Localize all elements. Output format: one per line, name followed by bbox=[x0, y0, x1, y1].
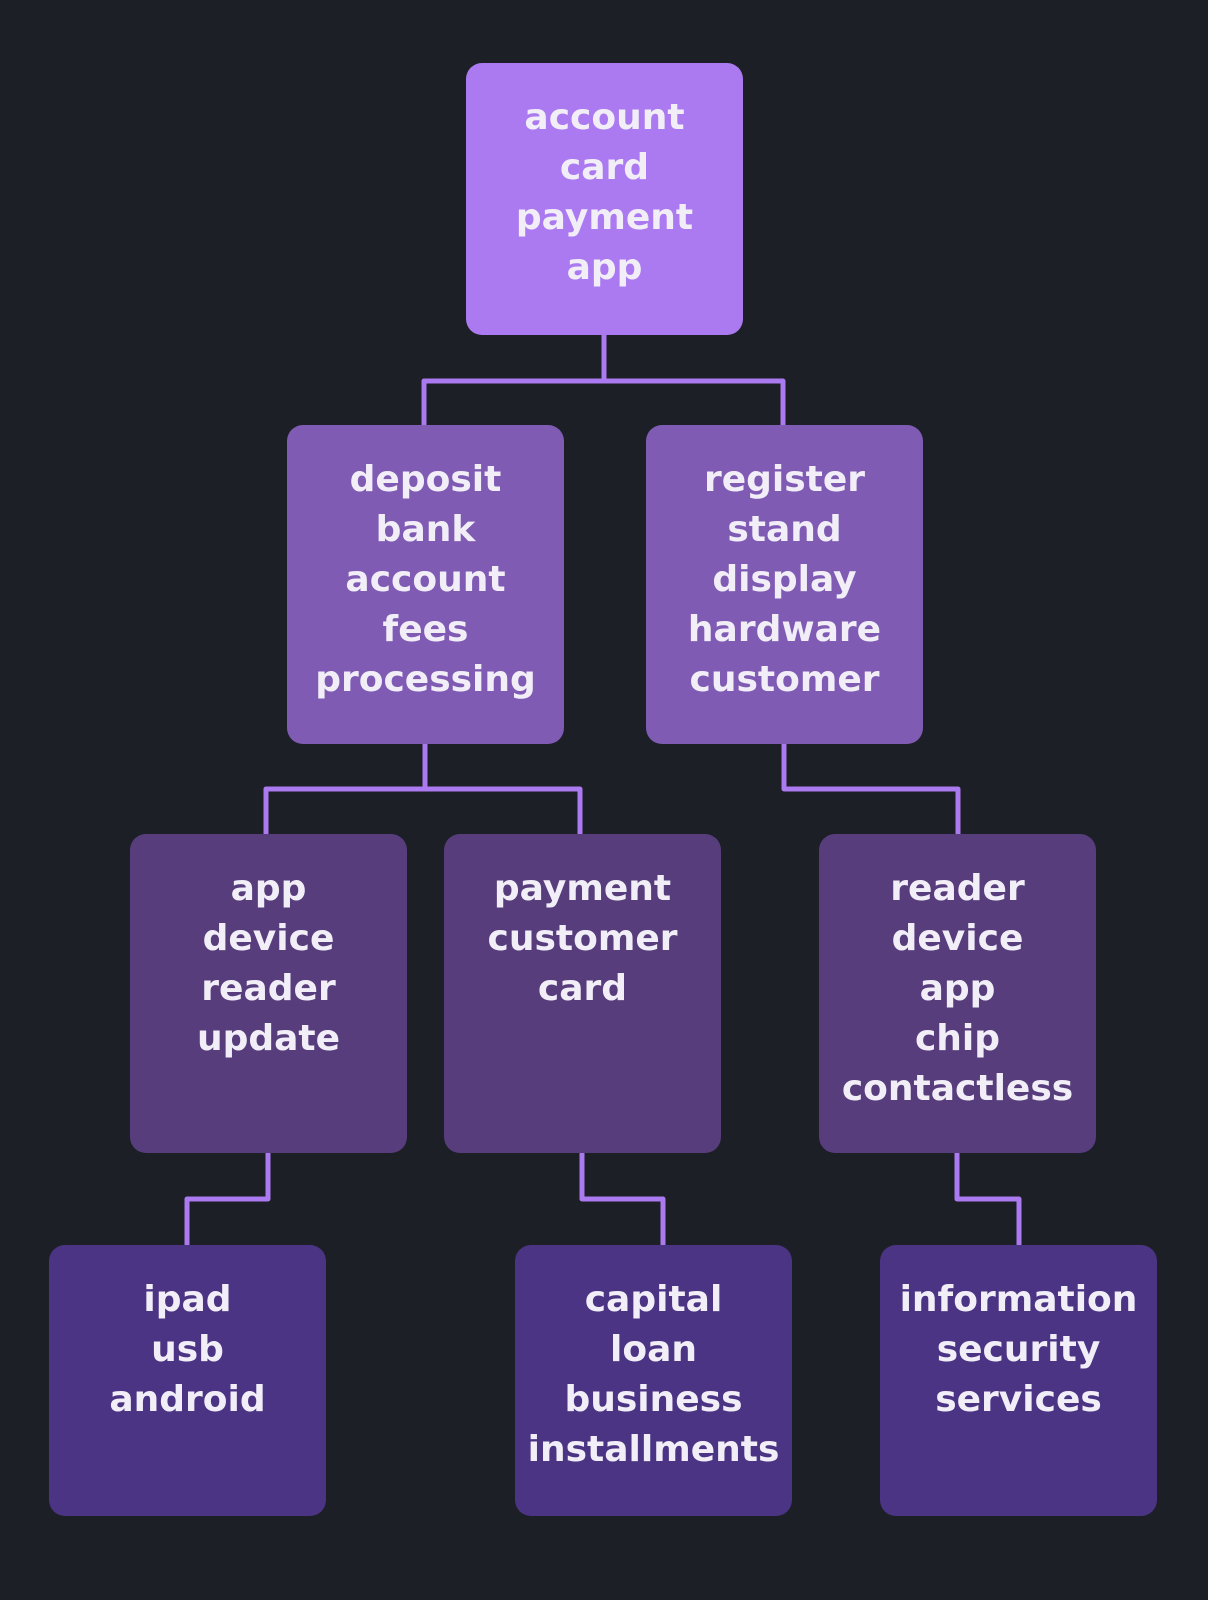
node-l4-mid: capital loan business installments bbox=[515, 1245, 792, 1516]
node-l2-right: register stand display hardware customer bbox=[646, 425, 923, 744]
node-l4-right: information security services bbox=[880, 1245, 1157, 1516]
node-term: update bbox=[196, 1018, 341, 1059]
node-term: installments bbox=[527, 1429, 780, 1470]
node-l3-mid: payment customer card bbox=[444, 834, 721, 1153]
node-term: customer bbox=[689, 659, 880, 700]
node-term: processing bbox=[315, 659, 536, 700]
node-l3-right: reader device app chip contactless bbox=[819, 834, 1096, 1153]
node-term: app bbox=[919, 968, 996, 1009]
node-term: capital bbox=[584, 1279, 723, 1320]
node-term: fees bbox=[382, 609, 469, 650]
connector-l3-left-child bbox=[184, 1153, 271, 1245]
connector-l2-left-children bbox=[263, 744, 583, 834]
node-l4-left: ipad usb android bbox=[49, 1245, 326, 1516]
node-term: security bbox=[936, 1329, 1101, 1370]
node-term: deposit bbox=[349, 459, 502, 500]
node-term: device bbox=[202, 918, 335, 959]
node-term: reader bbox=[201, 968, 336, 1009]
node-term: payment bbox=[515, 197, 694, 238]
connector-l3-mid-child bbox=[579, 1153, 666, 1245]
node-term: android bbox=[109, 1379, 266, 1420]
node-l3-left: app device reader update bbox=[130, 834, 407, 1153]
node-term: loan bbox=[610, 1329, 697, 1370]
node-term: hardware bbox=[687, 609, 882, 650]
node-term: ipad bbox=[143, 1279, 232, 1320]
node-term: services bbox=[935, 1379, 1102, 1420]
node-term: card bbox=[537, 968, 628, 1009]
node-term: business bbox=[564, 1379, 743, 1420]
node-term: app bbox=[230, 868, 307, 909]
node-term: bank bbox=[375, 509, 476, 550]
node-term: account bbox=[345, 559, 506, 600]
node-term: contactless bbox=[841, 1068, 1074, 1109]
node-term: app bbox=[566, 247, 643, 288]
node-term: device bbox=[891, 918, 1024, 959]
connector-l3-right-child bbox=[954, 1153, 1022, 1245]
connector-root-children bbox=[421, 335, 786, 425]
node-term: information bbox=[899, 1279, 1138, 1320]
node-term: display bbox=[712, 559, 857, 600]
node-term: account bbox=[524, 97, 685, 138]
node-term: payment bbox=[493, 868, 672, 909]
node-term: customer bbox=[487, 918, 678, 959]
node-term: chip bbox=[914, 1018, 1001, 1059]
node-term: usb bbox=[151, 1329, 224, 1370]
node-l2-left: deposit bank account fees processing bbox=[287, 425, 564, 744]
node-root: account card payment app bbox=[466, 63, 743, 335]
node-term: card bbox=[559, 147, 650, 188]
connector-l2-right-child bbox=[781, 744, 961, 834]
node-term: reader bbox=[890, 868, 1025, 909]
node-term: register bbox=[703, 459, 866, 500]
node-term: stand bbox=[727, 509, 842, 550]
